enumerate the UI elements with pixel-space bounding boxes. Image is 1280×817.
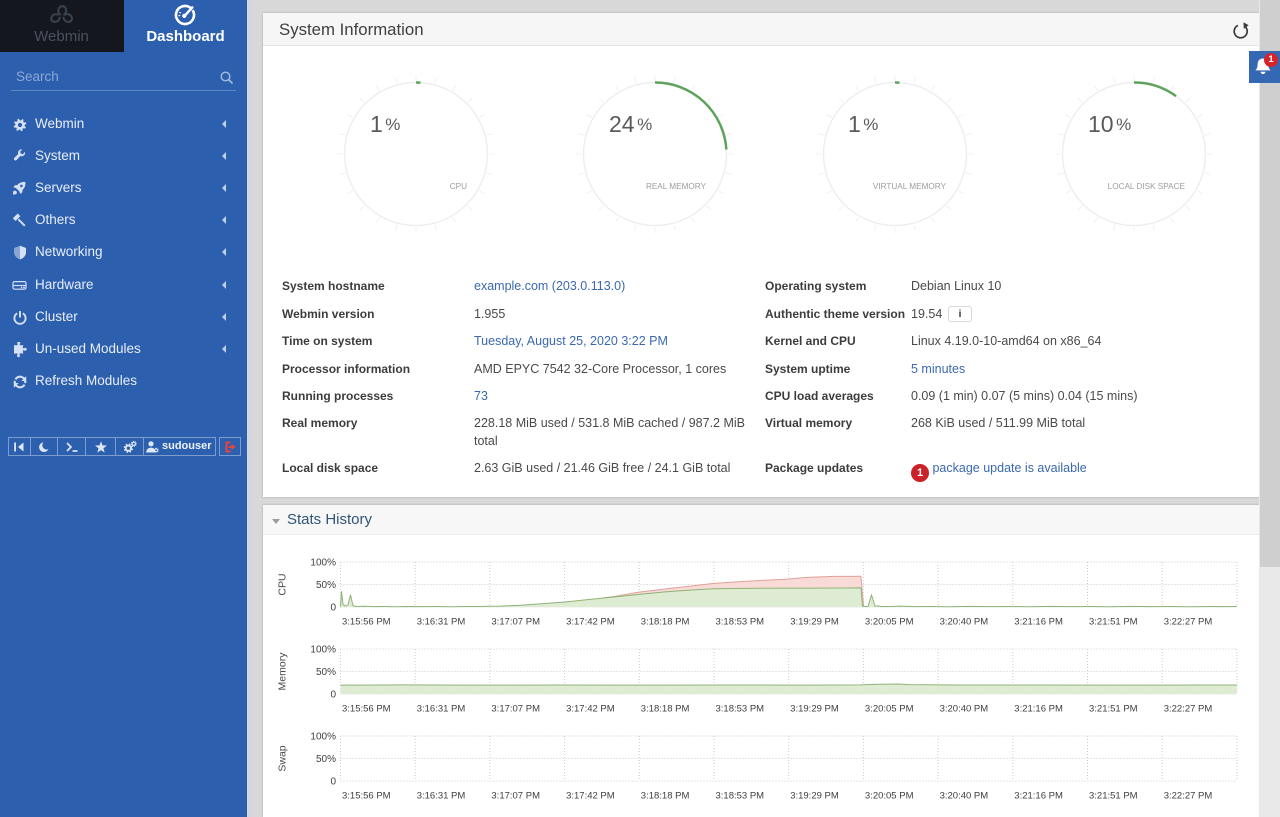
svg-text:3:20:05 PM: 3:20:05 PM xyxy=(865,704,914,715)
svg-text:3:18:18 PM: 3:18:18 PM xyxy=(641,704,690,715)
svg-text:3:20:05 PM: 3:20:05 PM xyxy=(865,791,914,802)
svg-text:0: 0 xyxy=(330,690,336,701)
svg-text:3:19:29 PM: 3:19:29 PM xyxy=(790,617,839,628)
svg-text:3:17:42 PM: 3:17:42 PM xyxy=(566,617,615,628)
svg-text:3:20:05 PM: 3:20:05 PM xyxy=(865,617,914,628)
svg-text:3:21:51 PM: 3:21:51 PM xyxy=(1089,791,1138,802)
svg-text:3:18:53 PM: 3:18:53 PM xyxy=(716,791,765,802)
svg-text:0: 0 xyxy=(330,777,336,788)
svg-text:3:21:16 PM: 3:21:16 PM xyxy=(1014,617,1063,628)
svg-text:3:19:29 PM: 3:19:29 PM xyxy=(790,791,839,802)
svg-text:3:17:07 PM: 3:17:07 PM xyxy=(491,791,540,802)
svg-text:0: 0 xyxy=(330,603,336,614)
svg-text:3:20:40 PM: 3:20:40 PM xyxy=(940,617,989,628)
svg-text:3:20:40 PM: 3:20:40 PM xyxy=(940,791,989,802)
svg-text:3:22:27 PM: 3:22:27 PM xyxy=(1164,791,1213,802)
svg-text:3:18:18 PM: 3:18:18 PM xyxy=(641,791,690,802)
svg-text:100%: 100% xyxy=(310,732,336,743)
svg-text:3:21:51 PM: 3:21:51 PM xyxy=(1089,617,1138,628)
svg-text:50%: 50% xyxy=(316,754,336,765)
svg-text:3:16:31 PM: 3:16:31 PM xyxy=(417,704,466,715)
svg-text:3:21:16 PM: 3:21:16 PM xyxy=(1014,791,1063,802)
svg-text:3:22:27 PM: 3:22:27 PM xyxy=(1164,704,1213,715)
svg-text:3:18:53 PM: 3:18:53 PM xyxy=(716,704,765,715)
svg-text:3:16:31 PM: 3:16:31 PM xyxy=(417,617,466,628)
svg-text:3:18:53 PM: 3:18:53 PM xyxy=(716,617,765,628)
svg-text:3:15:56 PM: 3:15:56 PM xyxy=(342,704,391,715)
svg-text:Memory: Memory xyxy=(277,652,289,691)
svg-text:100%: 100% xyxy=(310,645,336,656)
svg-text:3:17:07 PM: 3:17:07 PM xyxy=(491,617,540,628)
svg-text:CPU: CPU xyxy=(277,573,289,595)
svg-text:3:22:27 PM: 3:22:27 PM xyxy=(1164,617,1213,628)
svg-text:Swap: Swap xyxy=(277,745,289,771)
svg-text:50%: 50% xyxy=(316,580,336,591)
svg-text:3:15:56 PM: 3:15:56 PM xyxy=(342,791,391,802)
svg-text:3:15:56 PM: 3:15:56 PM xyxy=(342,617,391,628)
svg-text:3:19:29 PM: 3:19:29 PM xyxy=(790,704,839,715)
svg-text:3:16:31 PM: 3:16:31 PM xyxy=(417,791,466,802)
svg-text:50%: 50% xyxy=(316,667,336,678)
svg-text:3:21:51 PM: 3:21:51 PM xyxy=(1089,704,1138,715)
svg-text:100%: 100% xyxy=(310,558,336,569)
svg-text:3:18:18 PM: 3:18:18 PM xyxy=(641,617,690,628)
svg-text:3:21:16 PM: 3:21:16 PM xyxy=(1014,704,1063,715)
svg-text:3:17:42 PM: 3:17:42 PM xyxy=(566,791,615,802)
svg-text:3:17:07 PM: 3:17:07 PM xyxy=(491,704,540,715)
svg-text:3:20:40 PM: 3:20:40 PM xyxy=(940,704,989,715)
svg-text:3:17:42 PM: 3:17:42 PM xyxy=(566,704,615,715)
